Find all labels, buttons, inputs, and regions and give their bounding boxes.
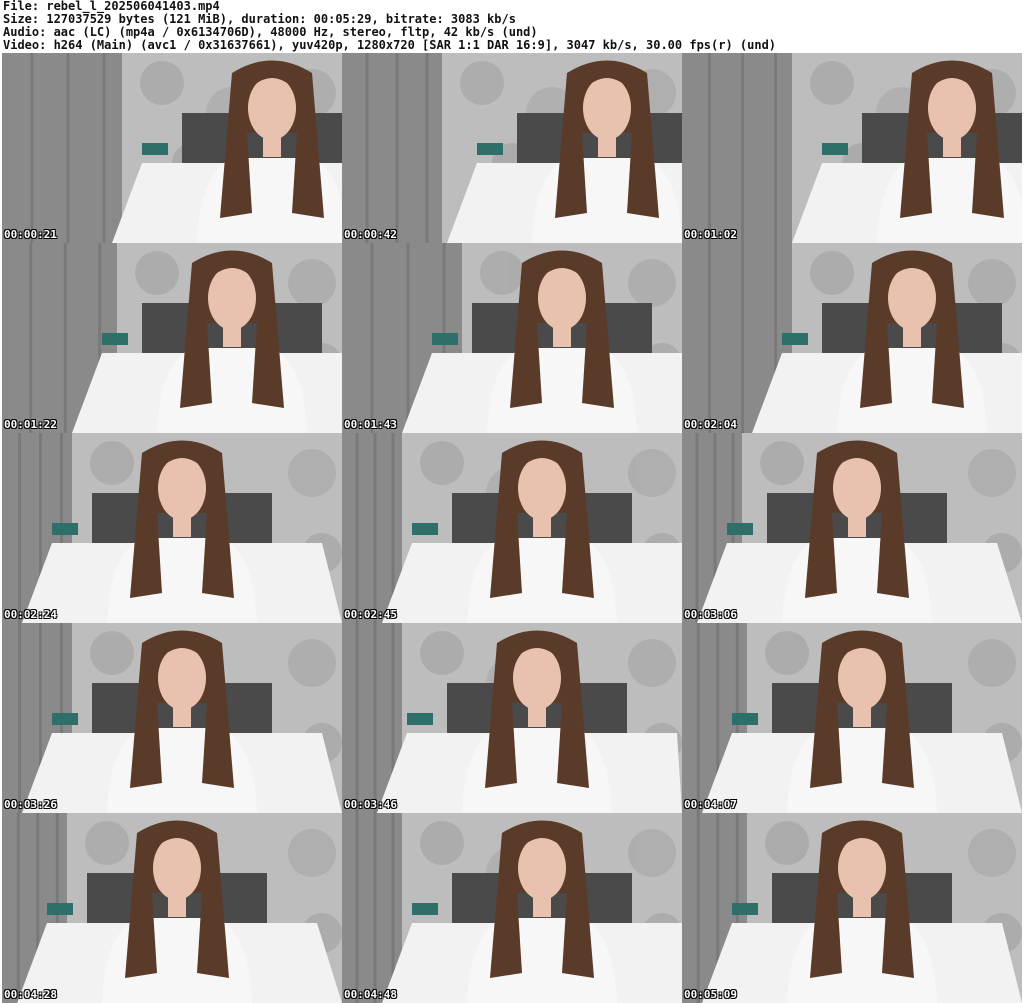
video-thumbnail: 00:02:45: [342, 433, 682, 623]
thumbnail-frame-image: [2, 433, 342, 623]
video-thumbnail: 00:04:28: [2, 813, 342, 1003]
thumbnail-timestamp: 00:05:09: [684, 988, 737, 1001]
thumbnail-timestamp: 00:03:06: [684, 608, 737, 621]
thumbnail-frame-image: [682, 433, 1022, 623]
thumbnail-timestamp: 00:04:48: [344, 988, 397, 1001]
thumbnail-timestamp: 00:01:43: [344, 418, 397, 431]
video-thumbnail: 00:04:07: [682, 623, 1022, 813]
video-thumbnail: 00:00:42: [342, 53, 682, 243]
thumbnail-frame-image: [342, 813, 682, 1003]
thumbnail-timestamp: 00:02:45: [344, 608, 397, 621]
thumbnail-timestamp: 00:02:24: [4, 608, 57, 621]
thumbnail-frame-image: [342, 433, 682, 623]
video-thumbnail: 00:02:24: [2, 433, 342, 623]
thumbnail-frame-image: [682, 243, 1022, 433]
file-name-line: File: rebel_l_202506041403.mp4: [3, 0, 220, 13]
thumbnail-timestamp: 00:01:02: [684, 228, 737, 241]
video-thumbnail: 00:05:09: [682, 813, 1022, 1003]
thumbnail-frame-image: [682, 813, 1022, 1003]
thumbnail-timestamp: 00:00:21: [4, 228, 57, 241]
thumbnail-frame-image: [342, 243, 682, 433]
video-thumbnail: 00:01:22: [2, 243, 342, 433]
video-thumbnail: 00:00:21: [2, 53, 342, 243]
thumbnail-timestamp: 00:04:28: [4, 988, 57, 1001]
thumbnail-timestamp: 00:03:26: [4, 798, 57, 811]
video-thumbnail: 00:02:04: [682, 243, 1022, 433]
audio-line: Audio: aac (LC) (mp4a / 0x6134706D), 480…: [3, 26, 538, 39]
thumbnail-timestamp: 00:00:42: [344, 228, 397, 241]
video-thumbnail: 00:03:26: [2, 623, 342, 813]
video-thumbnail: 00:03:06: [682, 433, 1022, 623]
video-thumbnail: 00:01:02: [682, 53, 1022, 243]
thumbnail-frame-image: [342, 623, 682, 813]
thumbnail-frame-image: [682, 53, 1022, 243]
thumbnail-frame-image: [2, 243, 342, 433]
size-line: Size: 127037529 bytes (121 MiB), duratio…: [3, 13, 516, 26]
thumbnail-frame-image: [342, 53, 682, 243]
thumbnail-frame-image: [2, 813, 342, 1003]
thumbnail-frame-image: [2, 53, 342, 243]
thumbnail-frame-image: [682, 623, 1022, 813]
video-thumbnail: 00:01:43: [342, 243, 682, 433]
thumbnail-frame-image: [2, 623, 342, 813]
video-line: Video: h264 (Main) (avc1 / 0x31637661), …: [3, 39, 777, 52]
thumbnail-timestamp: 00:04:07: [684, 798, 737, 811]
video-thumbnail: 00:04:48: [342, 813, 682, 1003]
thumbnail-timestamp: 00:02:04: [684, 418, 737, 431]
thumbnail-timestamp: 00:01:22: [4, 418, 57, 431]
thumbnail-grid: 00:00:21 00:00:42 00:01:02 00:01:22 00:0…: [2, 53, 1022, 1003]
video-thumbnail: 00:03:46: [342, 623, 682, 813]
thumbnail-timestamp: 00:03:46: [344, 798, 397, 811]
file-info-header: File: rebel_l_202506041403.mp4 Size: 127…: [3, 0, 1021, 52]
